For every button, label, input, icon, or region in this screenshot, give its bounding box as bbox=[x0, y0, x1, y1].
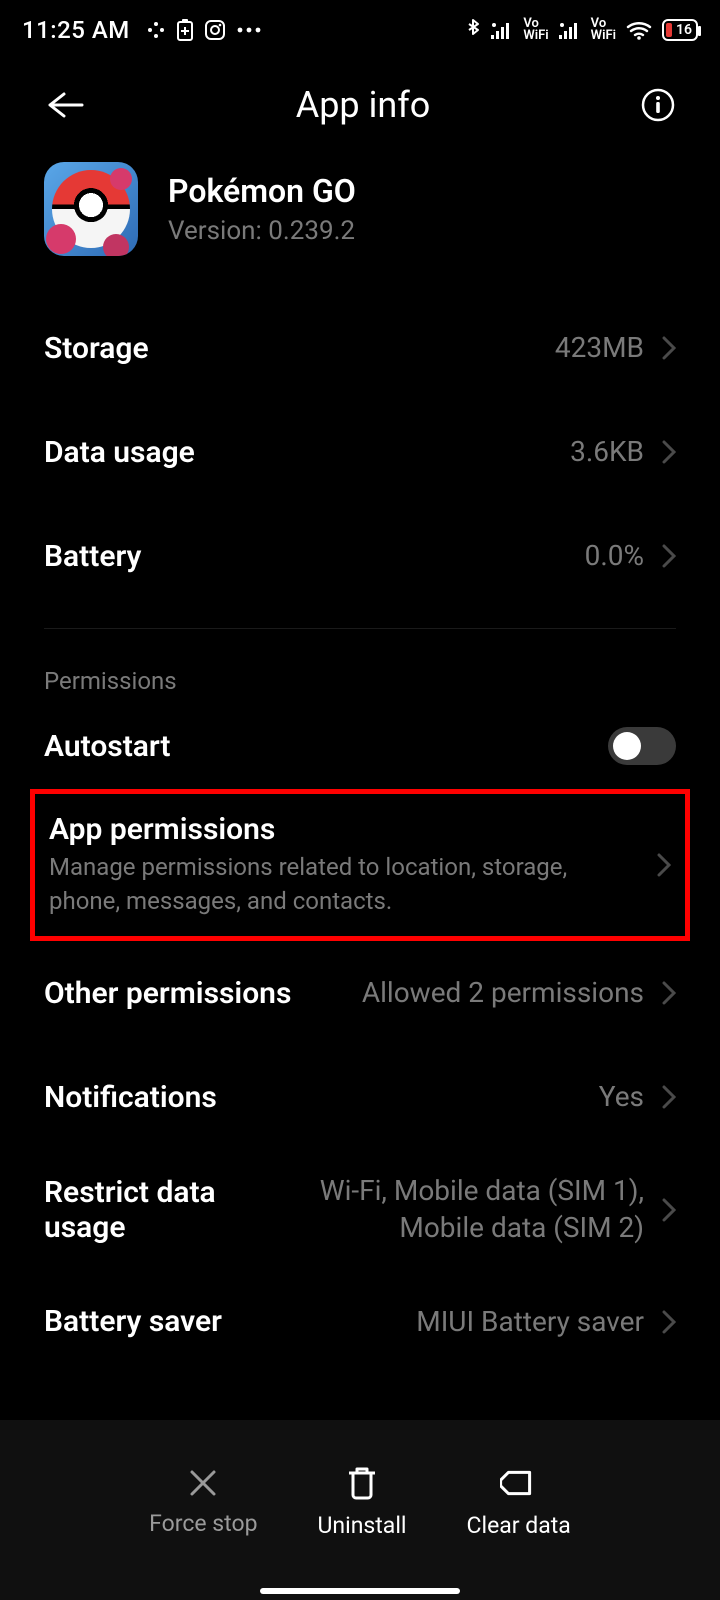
chevron-right-icon bbox=[662, 336, 676, 360]
restrict-data-value: Wi-Fi, Mobile data (SIM 1), Mobile data … bbox=[304, 1173, 644, 1246]
back-button[interactable] bbox=[44, 90, 86, 120]
app-identity: Pokémon GO Version: 0.239.2 bbox=[44, 150, 676, 296]
row-autostart[interactable]: Autostart bbox=[44, 703, 676, 789]
row-battery-saver[interactable]: Battery saver MIUI Battery saver bbox=[44, 1270, 676, 1374]
other-permissions-label: Other permissions bbox=[44, 976, 291, 1011]
section-permissions: Permissions bbox=[44, 629, 676, 703]
slack-icon bbox=[146, 20, 166, 40]
data-usage-value: 3.6KB bbox=[570, 434, 644, 470]
notifications-value: Yes bbox=[599, 1079, 644, 1115]
row-data-usage[interactable]: Data usage 3.6KB bbox=[44, 400, 676, 504]
row-app-permissions[interactable]: App permissions Manage permissions relat… bbox=[30, 789, 690, 941]
app-name: Pokémon GO bbox=[168, 172, 356, 210]
status-bar: 11:25 AM VoWiFi VoWiFi 16 bbox=[0, 0, 720, 60]
battery-label: Battery bbox=[44, 539, 141, 574]
battery-plus-icon bbox=[176, 19, 194, 41]
signal-1-icon bbox=[491, 21, 513, 39]
app-permissions-sub: Manage permissions related to location, … bbox=[49, 851, 657, 918]
data-usage-label: Data usage bbox=[44, 435, 195, 470]
info-button[interactable] bbox=[640, 87, 676, 123]
battery-status-icon: 16 bbox=[662, 19, 698, 41]
vowifi-2-icon: VoWiFi bbox=[591, 18, 616, 41]
chevron-right-icon bbox=[662, 544, 676, 568]
chevron-right-icon bbox=[662, 981, 676, 1005]
signal-2-icon bbox=[559, 21, 581, 39]
storage-value: 423MB bbox=[555, 330, 644, 366]
clear-data-button[interactable]: Clear data bbox=[467, 1464, 571, 1539]
autostart-toggle[interactable] bbox=[608, 727, 676, 765]
row-notifications[interactable]: Notifications Yes bbox=[44, 1045, 676, 1149]
autostart-label: Autostart bbox=[44, 729, 171, 764]
battery-saver-value: MIUI Battery saver bbox=[416, 1304, 644, 1340]
chevron-right-icon bbox=[662, 440, 676, 464]
notifications-label: Notifications bbox=[44, 1080, 217, 1115]
restrict-data-label: Restrict data usage bbox=[44, 1175, 304, 1245]
home-indicator[interactable] bbox=[260, 1588, 460, 1594]
force-stop-button[interactable]: Force stop bbox=[149, 1466, 257, 1537]
header-bar: App info bbox=[0, 60, 720, 150]
chevron-right-icon bbox=[662, 1085, 676, 1109]
chevron-right-icon bbox=[657, 853, 671, 877]
app-permissions-label: App permissions bbox=[49, 812, 657, 847]
app-icon bbox=[44, 162, 138, 256]
bluetooth-icon bbox=[465, 17, 481, 43]
bottom-action-bar: Force stop Uninstall Clear data bbox=[0, 1420, 720, 1600]
vowifi-1-icon: VoWiFi bbox=[523, 18, 548, 41]
chevron-right-icon bbox=[662, 1198, 676, 1222]
row-restrict-data[interactable]: Restrict data usage Wi-Fi, Mobile data (… bbox=[44, 1149, 676, 1270]
page-title: App info bbox=[296, 84, 431, 126]
more-dots-icon bbox=[236, 26, 262, 34]
battery-saver-label: Battery saver bbox=[44, 1304, 222, 1339]
battery-percent: 16 bbox=[676, 22, 692, 38]
clear-data-label: Clear data bbox=[467, 1512, 571, 1539]
uninstall-label: Uninstall bbox=[318, 1512, 407, 1539]
app-version: Version: 0.239.2 bbox=[168, 216, 356, 246]
chevron-right-icon bbox=[662, 1310, 676, 1334]
storage-label: Storage bbox=[44, 331, 149, 366]
row-battery[interactable]: Battery 0.0% bbox=[44, 504, 676, 608]
row-other-permissions[interactable]: Other permissions Allowed 2 permissions bbox=[44, 941, 676, 1045]
force-stop-label: Force stop bbox=[149, 1510, 257, 1537]
wifi-icon bbox=[626, 20, 652, 40]
uninstall-button[interactable]: Uninstall bbox=[318, 1464, 407, 1539]
instagram-icon bbox=[204, 19, 226, 41]
row-storage[interactable]: Storage 423MB bbox=[44, 296, 676, 400]
battery-value: 0.0% bbox=[585, 538, 644, 574]
status-time: 11:25 AM bbox=[22, 16, 130, 44]
other-permissions-value: Allowed 2 permissions bbox=[362, 975, 644, 1011]
